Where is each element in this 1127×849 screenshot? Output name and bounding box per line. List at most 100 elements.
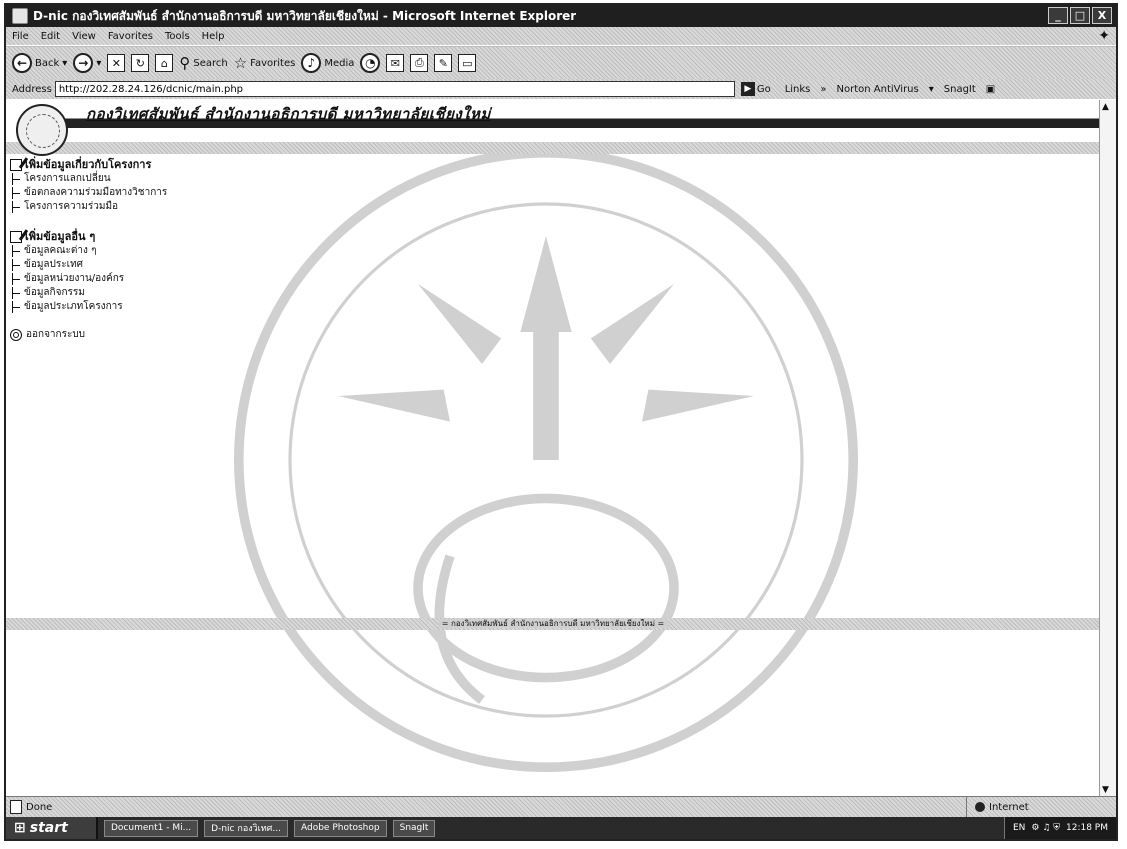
back-button[interactable]: ← Back ▾: [12, 53, 67, 73]
favorites-button[interactable]: ☆ Favorites: [234, 54, 296, 72]
menu-file[interactable]: File: [12, 31, 29, 42]
window-title: D-nic กองวิเทศสัมพันธ์ สำนักงานอธิการบดี…: [33, 8, 577, 23]
menu-item-label: โครงการแลกเปลี่ยน: [24, 173, 111, 184]
logout-label: ออกจากระบบ: [26, 329, 86, 340]
edit-pen-icon: [10, 159, 22, 171]
tree-branch-icon: [12, 173, 21, 185]
menu-item-project-types[interactable]: ข้อมูลประเภทโครงการ: [10, 300, 167, 314]
close-button[interactable]: X: [1092, 7, 1112, 24]
menu-item-academic-agreement[interactable]: ข้อตกลงความร่วมมือทางวิชาการ: [10, 186, 167, 200]
snagit-button[interactable]: SnagIt: [944, 84, 976, 95]
tree-branch-icon: [12, 259, 21, 271]
minimize-button[interactable]: _: [1048, 7, 1068, 24]
windows-logo-icon: ⊞: [14, 820, 26, 836]
print-icon[interactable]: ⎙: [410, 54, 429, 72]
logout-link[interactable]: ออกจากระบบ: [10, 328, 167, 342]
edit-pen-icon: [10, 231, 22, 243]
site-banner: กองวิเทศสัมพันธ์ สำนักงานอธิการบดี มหาวิ…: [6, 100, 1100, 156]
taskbar-item-snagit[interactable]: SnagIt: [392, 819, 436, 837]
menu-item-exchange-project[interactable]: โครงการแลกเปลี่ยน: [10, 172, 167, 186]
admin-menu: เพิ่มข้อมูลเกี่ยวกับโครงการ โครงการแลกเป…: [10, 158, 167, 342]
discuss-icon[interactable]: ▭: [458, 54, 477, 72]
norton-dropdown-icon[interactable]: ▾: [929, 84, 934, 95]
menu-edit[interactable]: Edit: [41, 31, 60, 42]
history-icon[interactable]: ◔: [360, 53, 381, 73]
menu-tools[interactable]: Tools: [165, 31, 190, 42]
mail-icon[interactable]: ✉: [386, 54, 405, 72]
menu-item-countries[interactable]: ข้อมูลประเทศ: [10, 258, 167, 272]
title-bar[interactable]: D-nic กองวิเทศสัมพันธ์ สำนักงานอธิการบดี…: [6, 5, 1116, 27]
forward-button[interactable]: → ▾: [73, 53, 101, 73]
page-content: กองวิเทศสัมพันธ์ สำนักงานอธิการบดี มหาวิ…: [6, 100, 1116, 797]
address-bar: Address ▶ Go Links » Norton AntiVirus ▾ …: [6, 79, 1116, 99]
menu-favorites[interactable]: Favorites: [108, 31, 153, 42]
menu-item-label: ข้อมูลกิจกรรม: [24, 287, 85, 298]
search-button[interactable]: ⚲ Search: [179, 54, 227, 72]
home-icon[interactable]: ⌂: [155, 54, 174, 72]
tree-branch-icon: [12, 287, 21, 299]
taskbar-item-photoshop[interactable]: Adobe Photoshop: [293, 819, 387, 837]
status-bar: Done Internet: [6, 796, 1116, 817]
taskbar-item-ie[interactable]: D-nic กองวิเทศ...: [204, 819, 288, 837]
search-icon: ⚲: [179, 54, 191, 72]
favorites-label: Favorites: [250, 57, 296, 69]
scroll-down-icon[interactable]: ▼: [1102, 785, 1109, 795]
links-chevron[interactable]: »: [820, 84, 826, 95]
section-project-heading: เพิ่มข้อมูลเกี่ยวกับโครงการ: [10, 158, 167, 172]
address-input[interactable]: [54, 81, 735, 97]
tree-branch-icon: [12, 201, 21, 213]
zone-label: Internet: [989, 801, 1029, 813]
star-icon: ☆: [233, 54, 248, 72]
clock: 12:18 PM: [1066, 823, 1108, 833]
address-label: Address: [12, 83, 52, 95]
go-button[interactable]: ▶ Go: [740, 82, 771, 96]
menu-item-faculties[interactable]: ข้อมูลคณะต่าง ๆ: [10, 244, 167, 258]
menu-view[interactable]: View: [72, 31, 96, 42]
windows-taskbar: ⊞ start Document1 - Mi... D-nic กองวิเทศ…: [6, 817, 1116, 839]
tray-icons[interactable]: ⚙ ♫ ⛨: [1031, 823, 1060, 833]
tree-branch-icon: [12, 273, 21, 285]
edit-icon[interactable]: ✎: [434, 54, 453, 72]
menu-item-label: ข้อมูลประเทศ: [24, 259, 84, 270]
university-seal-watermark-icon: [233, 147, 858, 772]
security-zone[interactable]: Internet: [966, 797, 1116, 817]
maximize-button[interactable]: □: [1070, 7, 1090, 24]
logout-icon: [10, 329, 22, 341]
standard-toolbar: ← Back ▾ → ▾ ✕ ↻ ⌂ ⚲ Search ☆ Favorites …: [6, 46, 1116, 80]
media-button[interactable]: ♪ Media: [301, 53, 354, 73]
browser-window: D-nic กองวิเทศสัมพันธ์ สำนักงานอธิการบดี…: [4, 3, 1118, 841]
language-indicator[interactable]: EN: [1013, 823, 1025, 833]
menu-item-organizations[interactable]: ข้อมูลหน่วยงาน/องค์กร: [10, 272, 167, 286]
tree-branch-icon: [12, 301, 21, 313]
page-footer-bar: = กองวิเทศสัมพันธ์ สำนักงานอธิการบดี มหา…: [6, 618, 1100, 630]
snagit-icon: ▣: [985, 83, 996, 95]
start-label: start: [29, 820, 68, 836]
system-tray: EN ⚙ ♫ ⛨ 12:18 PM: [1003, 817, 1116, 839]
start-button[interactable]: ⊞ start: [6, 817, 98, 839]
scroll-up-icon[interactable]: ▲: [1102, 102, 1109, 112]
section-project-title: เพิ่มข้อมูลเกี่ยวกับโครงการ: [25, 158, 152, 171]
section-other-heading: เพิ่มข้อมูลอื่น ๆ: [10, 230, 167, 244]
menu-help[interactable]: Help: [202, 31, 225, 42]
norton-antivirus-button[interactable]: Norton AntiVirus: [837, 84, 919, 95]
menu-item-cooperation-project[interactable]: โครงการความร่วมมือ: [10, 200, 167, 214]
status-text: Done: [26, 801, 53, 813]
refresh-icon[interactable]: ↻: [131, 54, 150, 72]
forward-dropdown-icon: ▾: [96, 57, 102, 69]
page-done-icon: [10, 800, 22, 814]
menu-item-activities[interactable]: ข้อมูลกิจกรรม: [10, 286, 167, 300]
tree-branch-icon: [12, 187, 21, 199]
links-label[interactable]: Links: [785, 84, 811, 95]
taskbar-item-word[interactable]: Document1 - Mi...: [104, 819, 199, 837]
back-dropdown-icon: ▾: [62, 57, 68, 69]
go-label: Go: [756, 83, 771, 95]
section-other-title: เพิ่มข้อมูลอื่น ๆ: [25, 230, 96, 243]
tree-branch-icon: [12, 245, 21, 257]
forward-arrow-icon: →: [73, 53, 94, 73]
stop-icon[interactable]: ✕: [107, 54, 126, 72]
vertical-scrollbar[interactable]: ▲ ▼: [1099, 100, 1116, 797]
menu-item-label: ข้อมูลประเภทโครงการ: [24, 301, 123, 312]
banner-underline: [6, 142, 1100, 154]
back-arrow-icon: ←: [12, 53, 32, 73]
footer-text: = กองวิเทศสัมพันธ์ สำนักงานอธิการบดี มหา…: [437, 619, 669, 628]
